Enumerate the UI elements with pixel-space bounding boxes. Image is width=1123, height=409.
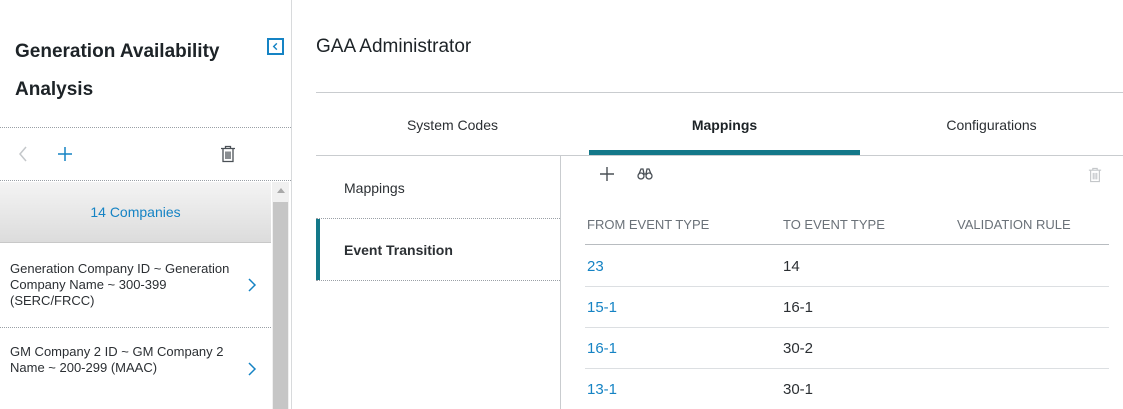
column-header-to-event-type[interactable]: TO EVENT TYPE — [783, 217, 885, 232]
from-event-type-link[interactable]: 15-1 — [587, 299, 617, 316]
tab-bar: System Codes Mappings Configurations — [316, 93, 1123, 156]
tab-mappings[interactable]: Mappings — [589, 93, 860, 156]
list-header[interactable]: 14 Companies — [0, 182, 271, 243]
sub-navigation: Mappings Event Transition — [316, 156, 560, 409]
column-header-from-event-type[interactable]: FROM EVENT TYPE — [587, 217, 709, 232]
sidebar-toolbar — [0, 136, 291, 172]
to-event-type-cell: 14 — [783, 258, 800, 275]
list-item-label: GM Company 2 ID ~ GM Company 2 Name ~ 20… — [10, 344, 224, 375]
sidebar-title: Generation Availability Analysis — [15, 41, 220, 100]
sub-nav-item-event-transition[interactable]: Event Transition — [316, 219, 560, 280]
chevron-right-icon — [248, 362, 257, 376]
list-item[interactable]: GM Company 2 ID ~ GM Company 2 Name ~ 20… — [0, 338, 271, 409]
plus-icon[interactable] — [597, 164, 617, 184]
table-row[interactable]: 15-1 16-1 — [585, 287, 1109, 328]
binoculars-icon[interactable] — [634, 165, 656, 183]
left-panel: Generation Availability Analysis 14 Comp… — [0, 0, 291, 409]
separator — [316, 280, 560, 281]
table-row[interactable]: 23 14 — [585, 246, 1109, 287]
list-item-label: Generation Company ID ~ Generation Compa… — [10, 261, 230, 308]
divider — [560, 156, 561, 409]
tab-system-codes[interactable]: System Codes — [316, 93, 589, 156]
list-item[interactable]: Generation Company ID ~ Generation Compa… — [0, 254, 271, 328]
panel-divider — [291, 0, 292, 409]
to-event-type-cell: 30-2 — [783, 340, 814, 357]
scroll-up-arrow-icon[interactable] — [272, 184, 289, 196]
chevron-right-icon — [248, 278, 257, 292]
separator — [0, 180, 291, 181]
to-event-type-cell: 16-1 — [783, 299, 814, 316]
column-header-validation-rule[interactable]: VALIDATION RULE — [957, 217, 1071, 232]
scroll-thumb[interactable] — [273, 202, 288, 409]
grid-header: FROM EVENT TYPE TO EVENT TYPE VALIDATION… — [585, 205, 1109, 245]
separator — [0, 127, 291, 128]
grid-toolbar — [561, 160, 1123, 190]
page-title: GAA Administrator — [316, 36, 472, 57]
chevron-left-icon[interactable] — [14, 143, 32, 165]
collapse-left-icon[interactable] — [267, 38, 284, 55]
trash-icon[interactable] — [218, 143, 238, 165]
table-row[interactable]: 13-1 30-1 — [585, 369, 1109, 409]
plus-icon[interactable] — [54, 143, 76, 165]
from-event-type-link[interactable]: 16-1 — [587, 340, 617, 357]
company-list: 14 Companies Generation Company ID ~ Gen… — [0, 182, 291, 409]
from-event-type-link[interactable]: 23 — [587, 258, 604, 275]
table-row[interactable]: 16-1 30-2 — [585, 328, 1109, 369]
from-event-type-link[interactable]: 13-1 — [587, 381, 617, 398]
scrollbar[interactable] — [272, 182, 289, 409]
to-event-type-cell: 30-1 — [783, 381, 814, 398]
trash-icon[interactable] — [1086, 165, 1104, 185]
tab-configurations[interactable]: Configurations — [860, 93, 1123, 156]
sub-nav-item-mappings[interactable]: Mappings — [316, 156, 560, 219]
